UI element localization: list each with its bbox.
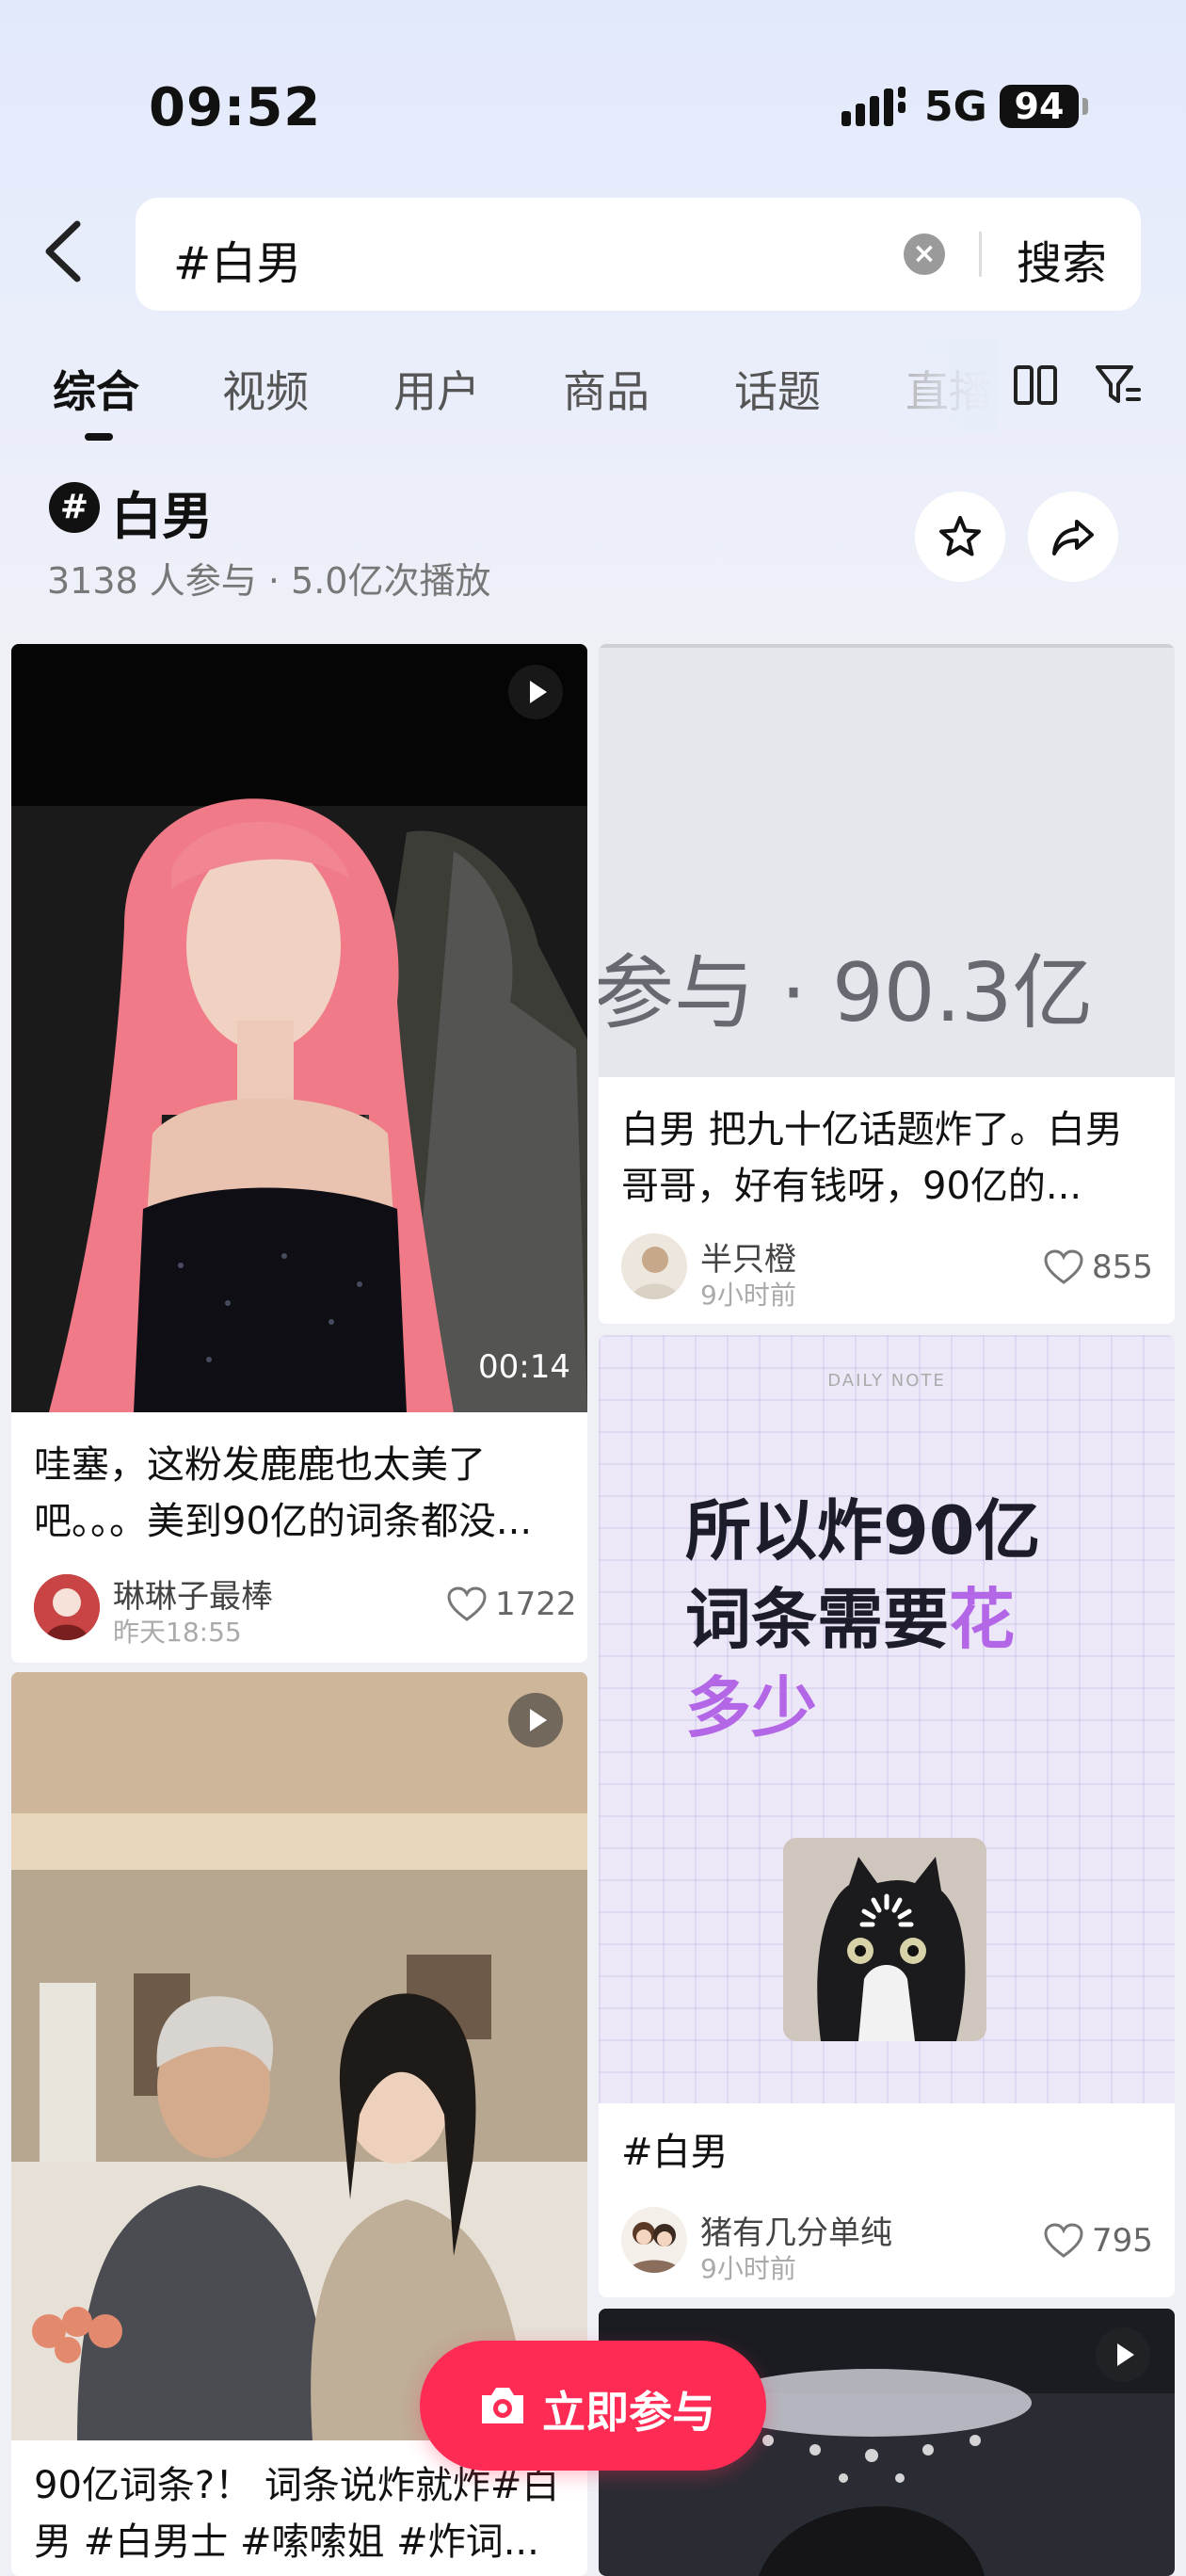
note-line2-text: 词条需要 [685, 1581, 949, 1658]
author-name[interactable]: 半只橙 [700, 1233, 796, 1280]
topic-hash-icon: # [49, 482, 100, 533]
search-button[interactable]: 搜索 [1017, 226, 1107, 292]
avatar[interactable] [621, 2207, 687, 2273]
search-bar[interactable]: #白男 × 搜索 [136, 198, 1141, 311]
tab-topics[interactable]: 话题 [734, 358, 821, 420]
like-count: 855 [1092, 1248, 1153, 1286]
topic-stats: 3138 人参与 · 5.0亿次播放 [47, 560, 491, 602]
play-icon [1096, 2327, 1150, 2382]
network-type: 5G [924, 83, 987, 131]
note-highlight2: 多少 [685, 1669, 817, 1747]
camera-icon [482, 2388, 523, 2423]
share-button[interactable] [1028, 491, 1118, 582]
heart-icon[interactable] [446, 1586, 488, 1623]
tab-video[interactable]: 视频 [222, 358, 309, 420]
post-title[interactable]: 90亿词条?！ 词条说炸就炸#白男 #白男士 #嗦嗦姐 #炸词... [34, 2457, 561, 2570]
avatar-image [34, 1574, 100, 1640]
star-icon [939, 516, 981, 556]
avatar[interactable] [621, 1233, 687, 1299]
heart-icon[interactable] [1043, 1248, 1084, 1286]
video-thumbnail [11, 644, 587, 1412]
search-input[interactable]: #白男 [173, 226, 301, 292]
thumb-text: 参与 · 90.3亿 [599, 946, 1094, 1040]
share-icon [1052, 520, 1094, 555]
post-time: 9小时前 [700, 1280, 796, 1311]
image-thumbnail: 参与 · 90.3亿 [599, 644, 1175, 1077]
play-icon [508, 665, 563, 719]
filter-icon[interactable] [1094, 362, 1143, 409]
video-thumbnail [11, 1672, 587, 2440]
post-title[interactable]: 白男 把九十亿话题炸了。白男哥哥，好有钱呀，90亿的... [621, 1102, 1148, 1215]
signal-icon [841, 87, 906, 126]
tab-fade [885, 339, 998, 433]
post-time: 9小时前 [700, 2253, 796, 2284]
author-name[interactable]: 猪有几分单纯 [700, 2207, 892, 2253]
post-card[interactable]: 00:14 哇塞，这粉发鹿鹿也太美了吧。。。美到90亿的词条都没... 琳琳子最… [11, 644, 587, 1663]
favorite-button[interactable] [915, 491, 1005, 582]
join-button-label: 立即参与 [542, 2387, 715, 2438]
topic-title: 白男 [111, 487, 213, 546]
note-highlight1: 花 [949, 1581, 1015, 1658]
avatar[interactable] [34, 1574, 100, 1640]
note-line2: 词条需要花 [685, 1567, 1015, 1662]
post-card[interactable]: DAILY NOTE 所以炸90亿 词条需要花 多少 #白男 猪有几分单纯 9小… [599, 1335, 1175, 2297]
join-button[interactable]: 立即参与 [420, 2341, 766, 2471]
play-icon [508, 1693, 563, 1747]
cat-image [783, 1838, 986, 2041]
avatar-image [621, 2207, 687, 2273]
note-thumbnail: DAILY NOTE 所以炸90亿 词条需要花 多少 [599, 1335, 1175, 2103]
clear-icon[interactable]: × [904, 233, 945, 275]
tab-products[interactable]: 商品 [563, 358, 649, 420]
author-name[interactable]: 琳琳子最棒 [113, 1570, 273, 1617]
note-label: DAILY NOTE [827, 1371, 946, 1391]
avatar-image [621, 1233, 687, 1299]
back-icon[interactable] [36, 218, 92, 284]
tab-indicator [85, 433, 113, 441]
thumb-border [599, 644, 1175, 648]
post-card[interactable]: 参与 · 90.3亿 白男 把九十亿话题炸了。白男哥哥，好有钱呀，90亿的...… [599, 644, 1175, 1324]
post-title[interactable]: #白男 [621, 2124, 1148, 2181]
post-time: 昨天18:55 [113, 1617, 242, 1648]
like-count: 1722 [495, 1586, 577, 1623]
tab-users[interactable]: 用户 [393, 358, 480, 420]
battery-level: 94 [1000, 85, 1079, 128]
status-time: 09:52 [149, 77, 322, 138]
battery-tip [1082, 98, 1088, 115]
heart-icon[interactable] [1043, 2222, 1084, 2260]
layout-toggle-icon[interactable] [1013, 363, 1058, 407]
post-title[interactable]: 哇塞，这粉发鹿鹿也太美了吧。。。美到90亿的词条都没... [34, 1437, 561, 1550]
search-divider [979, 232, 982, 277]
tab-comprehensive[interactable]: 综合 [53, 358, 139, 420]
video-duration: 00:14 [478, 1348, 570, 1386]
note-line1: 所以炸90亿 [685, 1492, 1041, 1570]
like-count: 795 [1092, 2222, 1153, 2260]
